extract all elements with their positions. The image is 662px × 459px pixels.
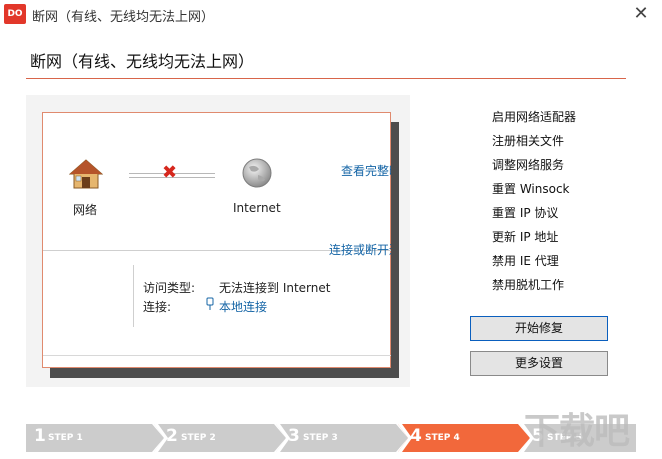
page-title: 断网（有线、无线均无法上网） xyxy=(30,52,255,71)
network-status-panel: ✖ 网络 Internet 查看完整映射 连接或断开连接 访问类型: 无法连接到… xyxy=(42,112,391,368)
info-vertical-line xyxy=(133,265,134,327)
access-type-label: 访问类型: xyxy=(143,281,196,295)
more-settings-button[interactable]: 更多设置 xyxy=(470,351,608,376)
action-item: 禁用脱机工作 xyxy=(492,278,565,292)
title-bar: DO 断网（有线、无线均无法上网） ✕ xyxy=(0,0,662,30)
panel-bottom-line xyxy=(43,355,391,356)
close-button[interactable]: ✕ xyxy=(620,0,662,30)
step-2: 2 STEP 2 xyxy=(154,424,294,452)
step-4-active: 4 STEP 4 xyxy=(398,424,538,452)
house-icon xyxy=(68,158,104,194)
network-label: 网络 xyxy=(73,203,98,217)
step-1: 1 STEP 1 xyxy=(26,424,166,452)
connect-disconnect-link[interactable]: 连接或断开连接 xyxy=(329,241,391,258)
view-full-map-link[interactable]: 查看完整映射 xyxy=(341,162,391,179)
globe-icon xyxy=(241,157,273,193)
start-repair-button[interactable]: 开始修复 xyxy=(470,316,608,341)
access-type-value: 无法连接到 Internet xyxy=(219,281,331,295)
action-item: 重置 IP 协议 xyxy=(492,206,559,220)
watermark-logo: 下载吧 xyxy=(524,411,630,452)
local-connection-link[interactable]: 本地连接 xyxy=(219,298,267,315)
repair-actions-list: 启用网络适配器 注册相关文件 调整网络服务 重置 Winsock 重置 IP 协… xyxy=(492,108,576,300)
action-item: 启用网络适配器 xyxy=(492,110,577,124)
action-item: 调整网络服务 xyxy=(492,158,565,172)
step-3: 3 STEP 3 xyxy=(276,424,416,452)
plug-icon xyxy=(205,297,215,314)
action-item: 重置 Winsock xyxy=(492,182,570,196)
action-item: 更新 IP 地址 xyxy=(492,230,559,244)
app-icon: DO xyxy=(4,4,26,24)
internet-label: Internet xyxy=(233,201,281,215)
action-item: 注册相关文件 xyxy=(492,134,565,148)
header-divider xyxy=(26,78,626,79)
action-item: 禁用 IE 代理 xyxy=(492,254,559,268)
disconnected-x-icon: ✖ xyxy=(162,162,178,183)
window-title: 断网（有线、无线均无法上网） xyxy=(32,10,215,25)
connection-label: 连接: xyxy=(143,300,172,314)
